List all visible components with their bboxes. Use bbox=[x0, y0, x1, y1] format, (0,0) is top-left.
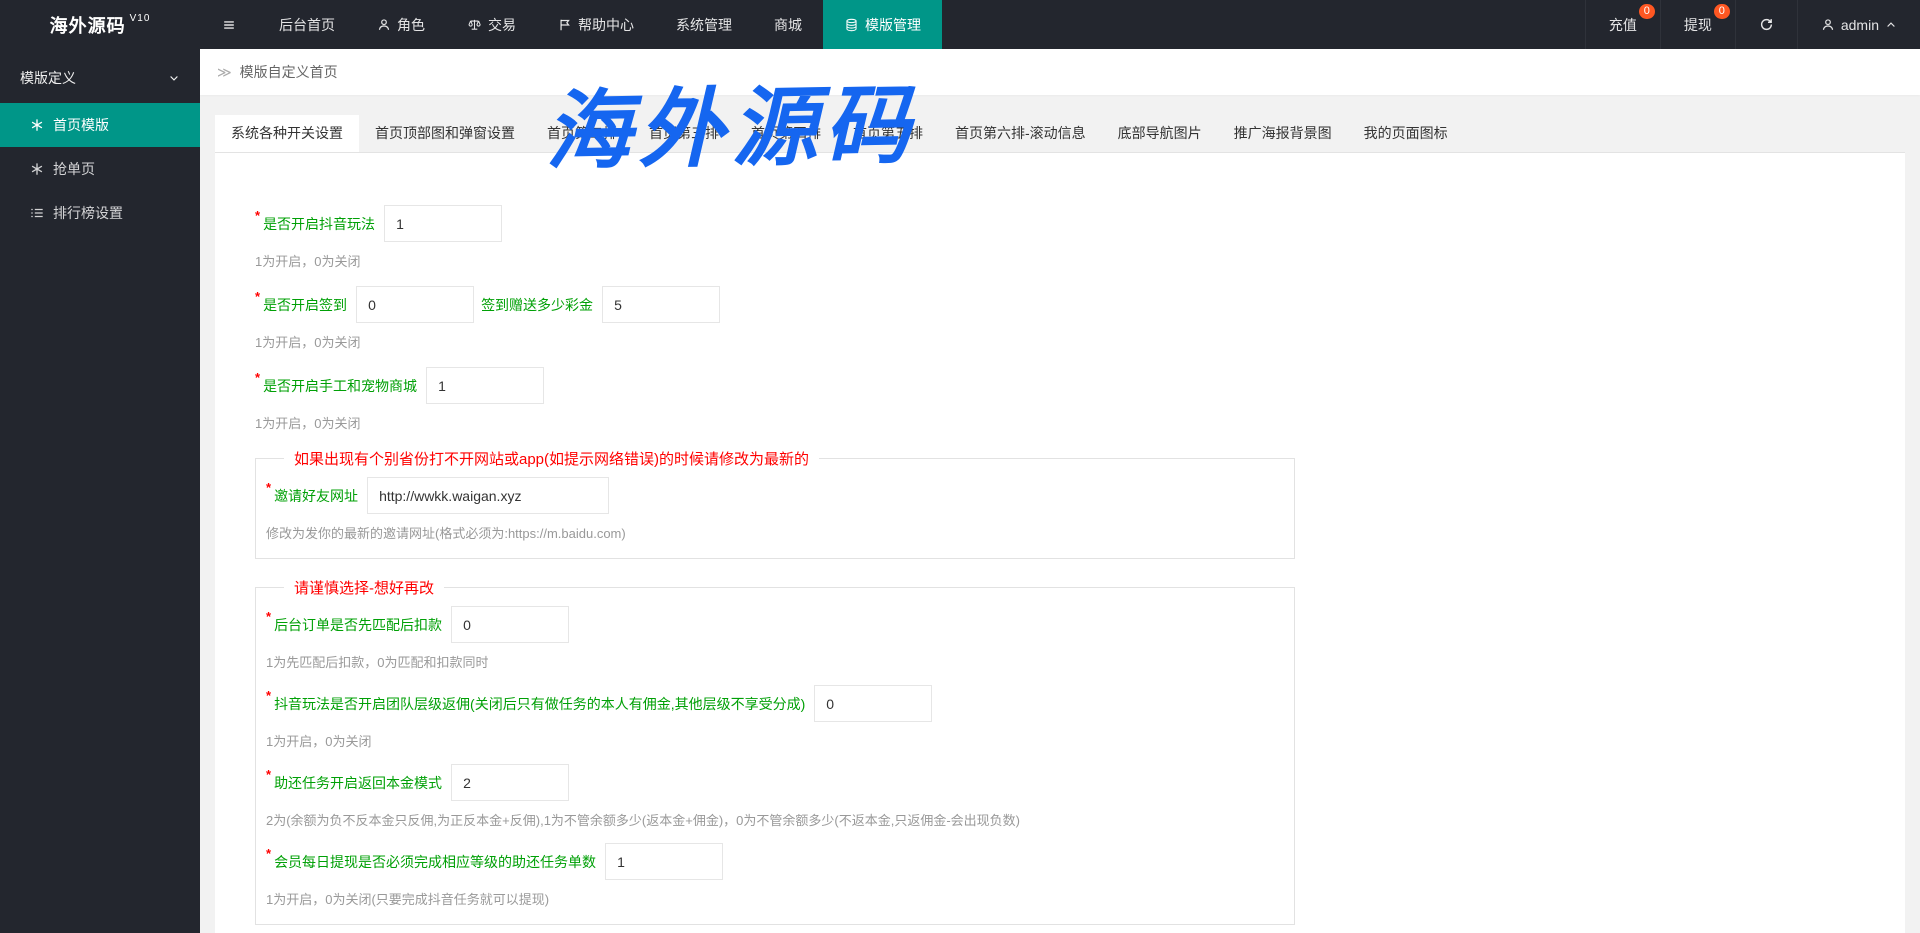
tab-my-page-icons[interactable]: 我的页面图标 bbox=[1348, 115, 1464, 152]
nav-item-shop[interactable]: 商城 bbox=[753, 0, 823, 49]
signin-bonus-input[interactable] bbox=[602, 286, 721, 323]
required-marker: * bbox=[255, 289, 261, 304]
tab-bottom-nav-images[interactable]: 底部导航图片 bbox=[1102, 115, 1218, 152]
user-icon bbox=[377, 18, 391, 32]
douyin-switch-input[interactable] bbox=[384, 205, 503, 242]
field-team-rebate: * 抖音玩法是否开启团队层级返佣(关闭后只有做任务的本人有佣金,其他层级不享受分… bbox=[266, 685, 1284, 750]
field-douyin-switch: * 是否开启抖音玩法 1为开启，0为关闭 bbox=[255, 205, 1905, 270]
sidebar-item-grab-order-page[interactable]: 抢单页 bbox=[0, 147, 200, 191]
settings-form: * 是否开启抖音玩法 1为开启，0为关闭 * 是否开启签到 签到赠送多少彩金 bbox=[215, 153, 1905, 933]
recharge-button[interactable]: 充值 0 bbox=[1584, 0, 1660, 49]
breadcrumb-label: 模版自定义首页 bbox=[239, 64, 338, 80]
field-label: 后台订单是否先匹配后扣款 bbox=[274, 616, 443, 633]
field-principal-mode: * 助还任务开启返回本金模式 2为(余额为负不反本金只反佣,为正反本金+反佣),… bbox=[266, 764, 1284, 829]
app-version: V10 bbox=[129, 13, 151, 24]
nav-item-backend-home[interactable]: 后台首页 bbox=[258, 0, 356, 49]
field-hint: 1为先匹配后扣款，0为匹配和扣款同时 bbox=[266, 655, 489, 670]
asterisk-icon bbox=[30, 118, 44, 132]
team-rebate-input[interactable] bbox=[814, 685, 933, 722]
fieldset-legend: 请谨慎选择-想好再改 bbox=[294, 580, 434, 597]
tab-top-image-popup[interactable]: 首页顶部图和弹窗设置 bbox=[359, 115, 531, 152]
field-label: 是否开启抖音玩法 bbox=[263, 215, 376, 232]
field-hint: 1为开启，0为关闭 bbox=[255, 416, 361, 431]
principal-mode-input[interactable] bbox=[451, 764, 570, 801]
field-withdraw-task: * 会员每日提现是否必须完成相应等级的助还任务单数 1为开启，0为关闭(只要完成… bbox=[266, 843, 1284, 908]
tab-home-row5[interactable]: 首页第五排 bbox=[837, 115, 939, 152]
required-marker: * bbox=[266, 688, 272, 703]
field-hint: 1为开启，0为关闭(只要完成抖音任务就可以提现) bbox=[266, 892, 550, 907]
field-hint: 修改为发你的最新的邀请网址(格式必须为:https://m.baidu.com) bbox=[266, 526, 626, 541]
top-header: 海外源码 V10 后台首页 角色 交易 帮助中心 系统管理 商城 模版管理 充值… bbox=[0, 0, 1920, 49]
tab-promo-poster-bg[interactable]: 推广海报背景图 bbox=[1218, 115, 1348, 152]
breadcrumb: ≫ 模版自定义首页 bbox=[200, 49, 1920, 95]
match-deduct-input[interactable] bbox=[451, 606, 570, 643]
nav-item-trade[interactable]: 交易 bbox=[446, 0, 537, 49]
sidebar-item-home-template[interactable]: 首页模版 bbox=[0, 103, 200, 147]
mall-switch-input[interactable] bbox=[426, 367, 545, 404]
field-label: 邀请好友网址 bbox=[274, 487, 359, 504]
required-marker: * bbox=[266, 846, 272, 861]
sidebar-item-ranking-settings[interactable]: 排行榜设置 bbox=[0, 191, 200, 235]
field-hint: 1为开启，0为关闭 bbox=[255, 335, 361, 350]
withdraw-button[interactable]: 提现 0 bbox=[1659, 0, 1735, 49]
header-right-group: 充值 0 提现 0 admin bbox=[1584, 0, 1920, 49]
field-label: 是否开启手工和宠物商城 bbox=[263, 377, 418, 394]
app-logo: 海外源码 V10 bbox=[0, 0, 200, 49]
field-signin-switch: * 是否开启签到 签到赠送多少彩金 1为开启，0为关闭 bbox=[255, 286, 1905, 351]
field-hint: 1为开启，0为关闭 bbox=[255, 254, 361, 269]
signin-switch-input[interactable] bbox=[356, 286, 475, 323]
field-match-deduct: * 后台订单是否先匹配后扣款 1为先匹配后扣款，0为匹配和扣款同时 bbox=[266, 606, 1284, 671]
username: admin bbox=[1840, 16, 1879, 33]
sidebar-group-template-define[interactable]: 模版定义 bbox=[0, 53, 200, 103]
hamburger-button[interactable] bbox=[200, 0, 258, 49]
recharge-badge: 0 bbox=[1638, 4, 1655, 19]
tab-home-row6-scroll[interactable]: 首页第六排-滚动信息 bbox=[939, 115, 1102, 152]
fieldset-careful-options: 请谨慎选择-想好再改 * 后台订单是否先匹配后扣款 1为先匹配后扣款，0为匹配和… bbox=[255, 577, 1295, 925]
required-marker: * bbox=[266, 609, 272, 624]
field-mall-switch: * 是否开启手工和宠物商城 1为开启，0为关闭 bbox=[255, 367, 1905, 432]
list-icon bbox=[30, 206, 44, 220]
refresh-icon bbox=[1759, 17, 1774, 32]
required-marker: * bbox=[255, 208, 261, 223]
chevron-down-icon bbox=[168, 72, 180, 84]
field-hint: 2为(余额为负不反本金只反佣,为正反本金+反佣),1为不管余额多少(返本金+佣金… bbox=[266, 813, 1021, 828]
field-label: 抖音玩法是否开启团队层级返佣(关闭后只有做任务的本人有佣金,其他层级不享受分成) bbox=[274, 695, 806, 712]
app-title: 海外源码 bbox=[49, 15, 126, 36]
hamburger-icon bbox=[221, 18, 237, 32]
user-menu[interactable]: admin bbox=[1796, 0, 1920, 49]
field-label: 签到赠送多少彩金 bbox=[481, 296, 594, 313]
field-label: 助还任务开启返回本金模式 bbox=[274, 774, 443, 791]
fieldset-legend: 如果出现有个别省份打不开网站或app(如提示网络错误)的时候请修改为最新的 bbox=[294, 451, 810, 468]
nav-item-system-mgmt[interactable]: 系统管理 bbox=[655, 0, 753, 49]
field-label: 是否开启签到 bbox=[263, 296, 348, 313]
nav-item-template-mgmt[interactable]: 模版管理 bbox=[823, 0, 942, 49]
required-marker: * bbox=[266, 480, 272, 495]
field-invite-url: * 邀请好友网址 修改为发你的最新的邀请网址(格式必须为:https://m.b… bbox=[266, 477, 1284, 542]
tab-system-switches[interactable]: 系统各种开关设置 bbox=[215, 115, 359, 152]
refresh-button[interactable] bbox=[1734, 0, 1797, 49]
double-chevron-icon: ≫ bbox=[217, 63, 232, 80]
required-marker: * bbox=[266, 767, 272, 782]
field-label: 会员每日提现是否必须完成相应等级的助还任务单数 bbox=[274, 853, 597, 870]
fieldset-invite-url: 如果出现有个别省份打不开网站或app(如提示网络错误)的时候请修改为最新的 * … bbox=[255, 448, 1295, 559]
asterisk-icon bbox=[30, 162, 44, 176]
nav-item-roles[interactable]: 角色 bbox=[356, 0, 446, 49]
required-marker: * bbox=[255, 370, 261, 385]
tab-home-row3[interactable]: 首页第三排 bbox=[633, 115, 735, 152]
flag-icon bbox=[558, 18, 572, 32]
withdraw-badge: 0 bbox=[1713, 4, 1730, 19]
scales-icon bbox=[467, 18, 482, 32]
tab-home-row4[interactable]: 首页第四排 bbox=[735, 115, 837, 152]
nav-item-help-center[interactable]: 帮助中心 bbox=[537, 0, 655, 49]
layers-icon bbox=[844, 18, 859, 32]
tab-home-row2[interactable]: 首页第二排 bbox=[531, 115, 633, 152]
user-icon bbox=[1821, 18, 1835, 32]
sidebar: 模版定义 首页模版 抢单页 排行榜设置 bbox=[0, 49, 200, 933]
withdraw-task-input[interactable] bbox=[605, 843, 724, 880]
tab-bar: 系统各种开关设置 首页顶部图和弹窗设置 首页第二排 首页第三排 首页第四排 首页… bbox=[215, 115, 1905, 153]
invite-url-input[interactable] bbox=[367, 477, 610, 514]
field-hint: 1为开启，0为关闭 bbox=[266, 734, 372, 749]
chevron-up-icon bbox=[1885, 19, 1897, 31]
